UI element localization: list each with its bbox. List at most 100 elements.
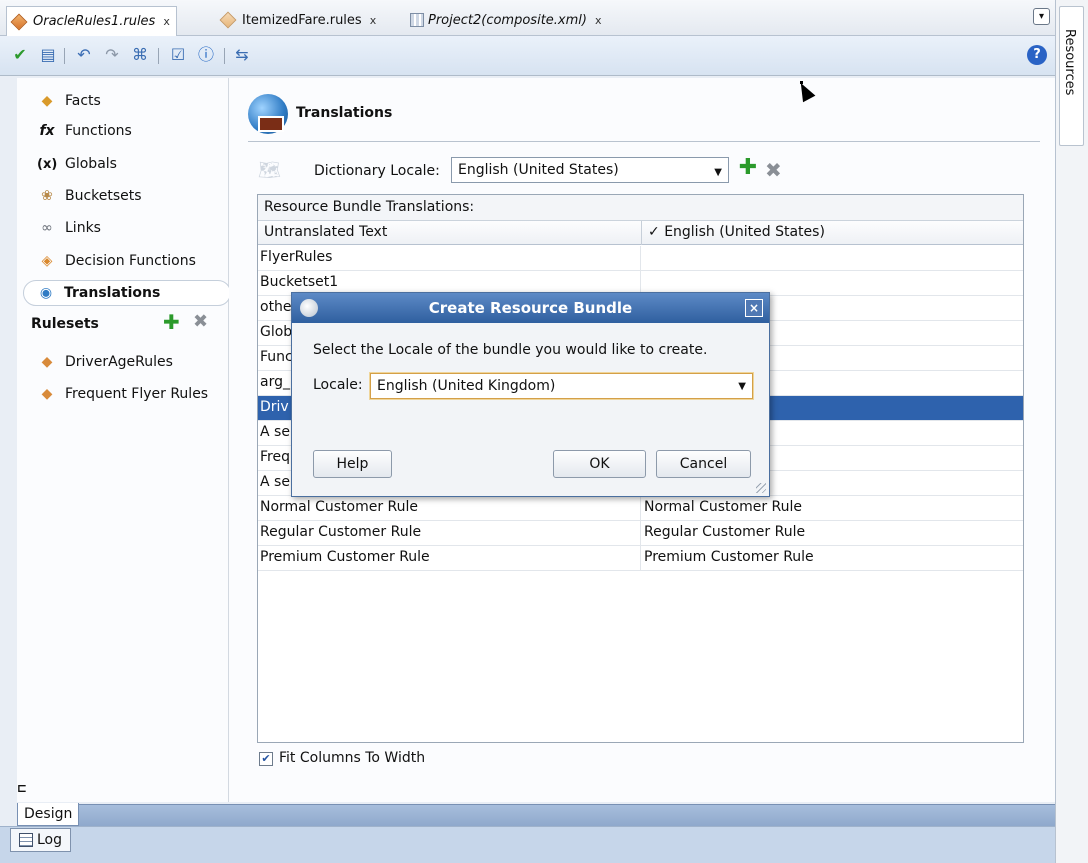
dialog-message: Select the Locale of the bundle you woul… bbox=[313, 342, 708, 358]
translation-cell[interactable] bbox=[642, 246, 1023, 271]
bucketsets-icon: ❀ bbox=[41, 188, 53, 204]
close-icon[interactable]: × bbox=[745, 299, 763, 317]
nav-item-label: Facts bbox=[65, 93, 101, 109]
toolbar-separator bbox=[158, 48, 159, 64]
table-row[interactable]: FlyerRules bbox=[258, 246, 1023, 271]
tab-oraclerules1[interactable]: OracleRules1.rules x bbox=[6, 6, 177, 36]
delete-locale-x-icon[interactable]: ✖ bbox=[765, 158, 782, 182]
info-icon[interactable]: ⓘ bbox=[196, 45, 216, 65]
tab-close-icon[interactable]: x bbox=[595, 14, 602, 27]
ruleset-label: DriverAgeRules bbox=[65, 354, 173, 370]
tab-list-dropdown-icon[interactable]: ▾ bbox=[1033, 8, 1050, 25]
log-icon bbox=[19, 833, 33, 847]
untranslated-text-cell[interactable]: FlyerRules bbox=[258, 246, 641, 271]
fit-columns-label[interactable]: Fit Columns To Width bbox=[279, 750, 425, 766]
log-tab-label: Log bbox=[37, 832, 63, 848]
resources-label: Resources bbox=[1062, 29, 1077, 96]
tab-itemizedfare[interactable]: ItemizedFare.rules x bbox=[216, 8, 382, 32]
translation-cell[interactable]: Premium Customer Rule bbox=[642, 546, 1023, 571]
tab-close-icon[interactable]: x bbox=[370, 14, 377, 27]
add-locale-plus-icon[interactable]: ✚ bbox=[737, 157, 759, 179]
app-icon bbox=[300, 299, 318, 317]
nav-item-label: Translations bbox=[64, 285, 161, 301]
translation-cell[interactable]: Regular Customer Rule bbox=[642, 521, 1023, 546]
editor-mode-bar bbox=[17, 804, 1055, 826]
nav-item-functions[interactable]: fx Functions bbox=[37, 118, 132, 144]
nav-item-translations[interactable]: ◉ Translations bbox=[23, 280, 231, 306]
tab-log[interactable]: Log bbox=[10, 828, 72, 852]
table-row[interactable]: Regular Customer Rule Regular Customer Ru… bbox=[258, 521, 1023, 546]
tab-label: Project2(composite.xml) bbox=[428, 12, 587, 28]
run-icon[interactable]: ⇆ bbox=[232, 45, 252, 65]
translations-globe-icon bbox=[248, 94, 288, 134]
dictionary-locale-select[interactable]: English (United States) ▼ bbox=[451, 157, 729, 183]
dialog-title: Create Resource Bundle bbox=[428, 299, 633, 317]
facts-icon: ◆ bbox=[41, 93, 53, 109]
validate-check-icon[interactable]: ✔ bbox=[10, 45, 30, 65]
undo-icon[interactable]: ↶ bbox=[74, 45, 94, 65]
dictionary-locale-value: English (United States) bbox=[458, 162, 619, 178]
column-header-untranslated[interactable]: Untranslated Text bbox=[258, 221, 642, 245]
ok-button[interactable]: OK bbox=[553, 450, 646, 478]
untranslated-text-cell[interactable]: Normal Customer Rule bbox=[258, 496, 641, 521]
fit-columns-checkbox[interactable]: ✔ bbox=[259, 752, 273, 766]
nav-item-globals[interactable]: (x) Globals bbox=[37, 151, 117, 177]
tab-design[interactable]: Design bbox=[17, 803, 80, 826]
column-header-english-us[interactable]: ✓ English (United States) bbox=[642, 221, 1023, 245]
translation-cell[interactable]: Normal Customer Rule bbox=[642, 496, 1023, 521]
links-icon: ∞ bbox=[41, 220, 53, 236]
ruleset-icon: ◆ bbox=[41, 386, 53, 402]
composite-file-icon bbox=[410, 13, 424, 27]
test-icon[interactable]: ☑ bbox=[168, 45, 188, 65]
ruleset-item-frequent-flyer-rules[interactable]: ◆ Frequent Flyer Rules bbox=[37, 381, 209, 407]
rules-file-icon bbox=[219, 11, 237, 29]
table-row[interactable]: Premium Customer Rule Premium Customer Ru… bbox=[258, 546, 1023, 571]
nav-item-links[interactable]: ∞ Links bbox=[37, 215, 101, 241]
table-caption: Resource Bundle Translations: bbox=[258, 195, 1023, 221]
delete-ruleset-x-icon[interactable]: ✖ bbox=[193, 311, 208, 332]
resources-tab[interactable]: Resources bbox=[1059, 6, 1084, 146]
nav-item-bucketsets[interactable]: ❀ Bucketsets bbox=[37, 183, 141, 209]
collapse-panel-icon[interactable]: ⊏ bbox=[17, 781, 27, 795]
world-map-icon: 🗺 bbox=[258, 160, 281, 181]
ruleset-icon: ◆ bbox=[41, 354, 53, 370]
add-ruleset-plus-icon[interactable]: ✚ bbox=[163, 310, 180, 334]
dialog-title-bar[interactable]: Create Resource Bundle × bbox=[292, 293, 769, 323]
editor-tab-bar: OracleRules1.rules x ItemizedFare.rules … bbox=[0, 0, 1055, 36]
chevron-down-icon: ▼ bbox=[738, 381, 746, 392]
nav-item-label: Functions bbox=[65, 123, 132, 139]
rulesets-header: Rulesets bbox=[31, 316, 99, 332]
nav-item-label: Globals bbox=[65, 156, 117, 172]
untranslated-text-cell[interactable]: Regular Customer Rule bbox=[258, 521, 641, 546]
locale-label: Locale: bbox=[313, 377, 363, 393]
toolbar-separator bbox=[64, 48, 65, 64]
tab-close-icon[interactable]: x bbox=[163, 15, 170, 28]
tab-label: OracleRules1.rules bbox=[33, 14, 156, 29]
rules-navigator: ◆ Facts fx Functions (x) Globals ❀ Bucke… bbox=[17, 78, 231, 802]
nav-item-facts[interactable]: ◆ Facts bbox=[37, 88, 101, 114]
column-header-label: English (United States) bbox=[664, 224, 825, 240]
help-button[interactable]: Help bbox=[313, 450, 392, 478]
ruleset-label: Frequent Flyer Rules bbox=[65, 386, 209, 402]
tab-label: ItemizedFare.rules bbox=[242, 12, 362, 28]
create-resource-bundle-dialog: Create Resource Bundle × Select the Loca… bbox=[291, 292, 770, 497]
help-icon[interactable]: ? bbox=[1027, 45, 1047, 65]
tab-project2-composite[interactable]: Project2(composite.xml) x bbox=[404, 8, 607, 32]
page-title: Translations bbox=[296, 105, 393, 121]
cancel-button[interactable]: Cancel bbox=[656, 450, 751, 478]
resize-grip-icon[interactable] bbox=[756, 483, 766, 493]
composite-icon[interactable]: ⌘ bbox=[130, 45, 150, 65]
redo-icon[interactable]: ↷ bbox=[102, 45, 122, 65]
untranslated-text-cell[interactable]: Premium Customer Rule bbox=[258, 546, 641, 571]
locale-select[interactable]: English (United Kingdom) ▼ bbox=[370, 373, 753, 399]
translations-icon: ◉ bbox=[39, 285, 53, 301]
nav-item-decision-functions[interactable]: ◈ Decision Functions bbox=[37, 248, 196, 274]
book-icon[interactable]: ▤ bbox=[38, 45, 58, 65]
decision-functions-icon: ◈ bbox=[41, 253, 53, 269]
checkmark-icon: ✓ bbox=[648, 224, 660, 240]
ruleset-item-driveragerules[interactable]: ◆ DriverAgeRules bbox=[37, 349, 173, 375]
table-row[interactable]: Normal Customer Rule Normal Customer Rule bbox=[258, 496, 1023, 521]
editor-toolbar: ✔ ▤ ↶ ↷ ⌘ ☑ ⓘ ⇆ ? bbox=[0, 36, 1055, 76]
table-header-row: Untranslated Text ✓ English (United Stat… bbox=[258, 221, 1023, 245]
chevron-down-icon: ▼ bbox=[714, 167, 722, 178]
